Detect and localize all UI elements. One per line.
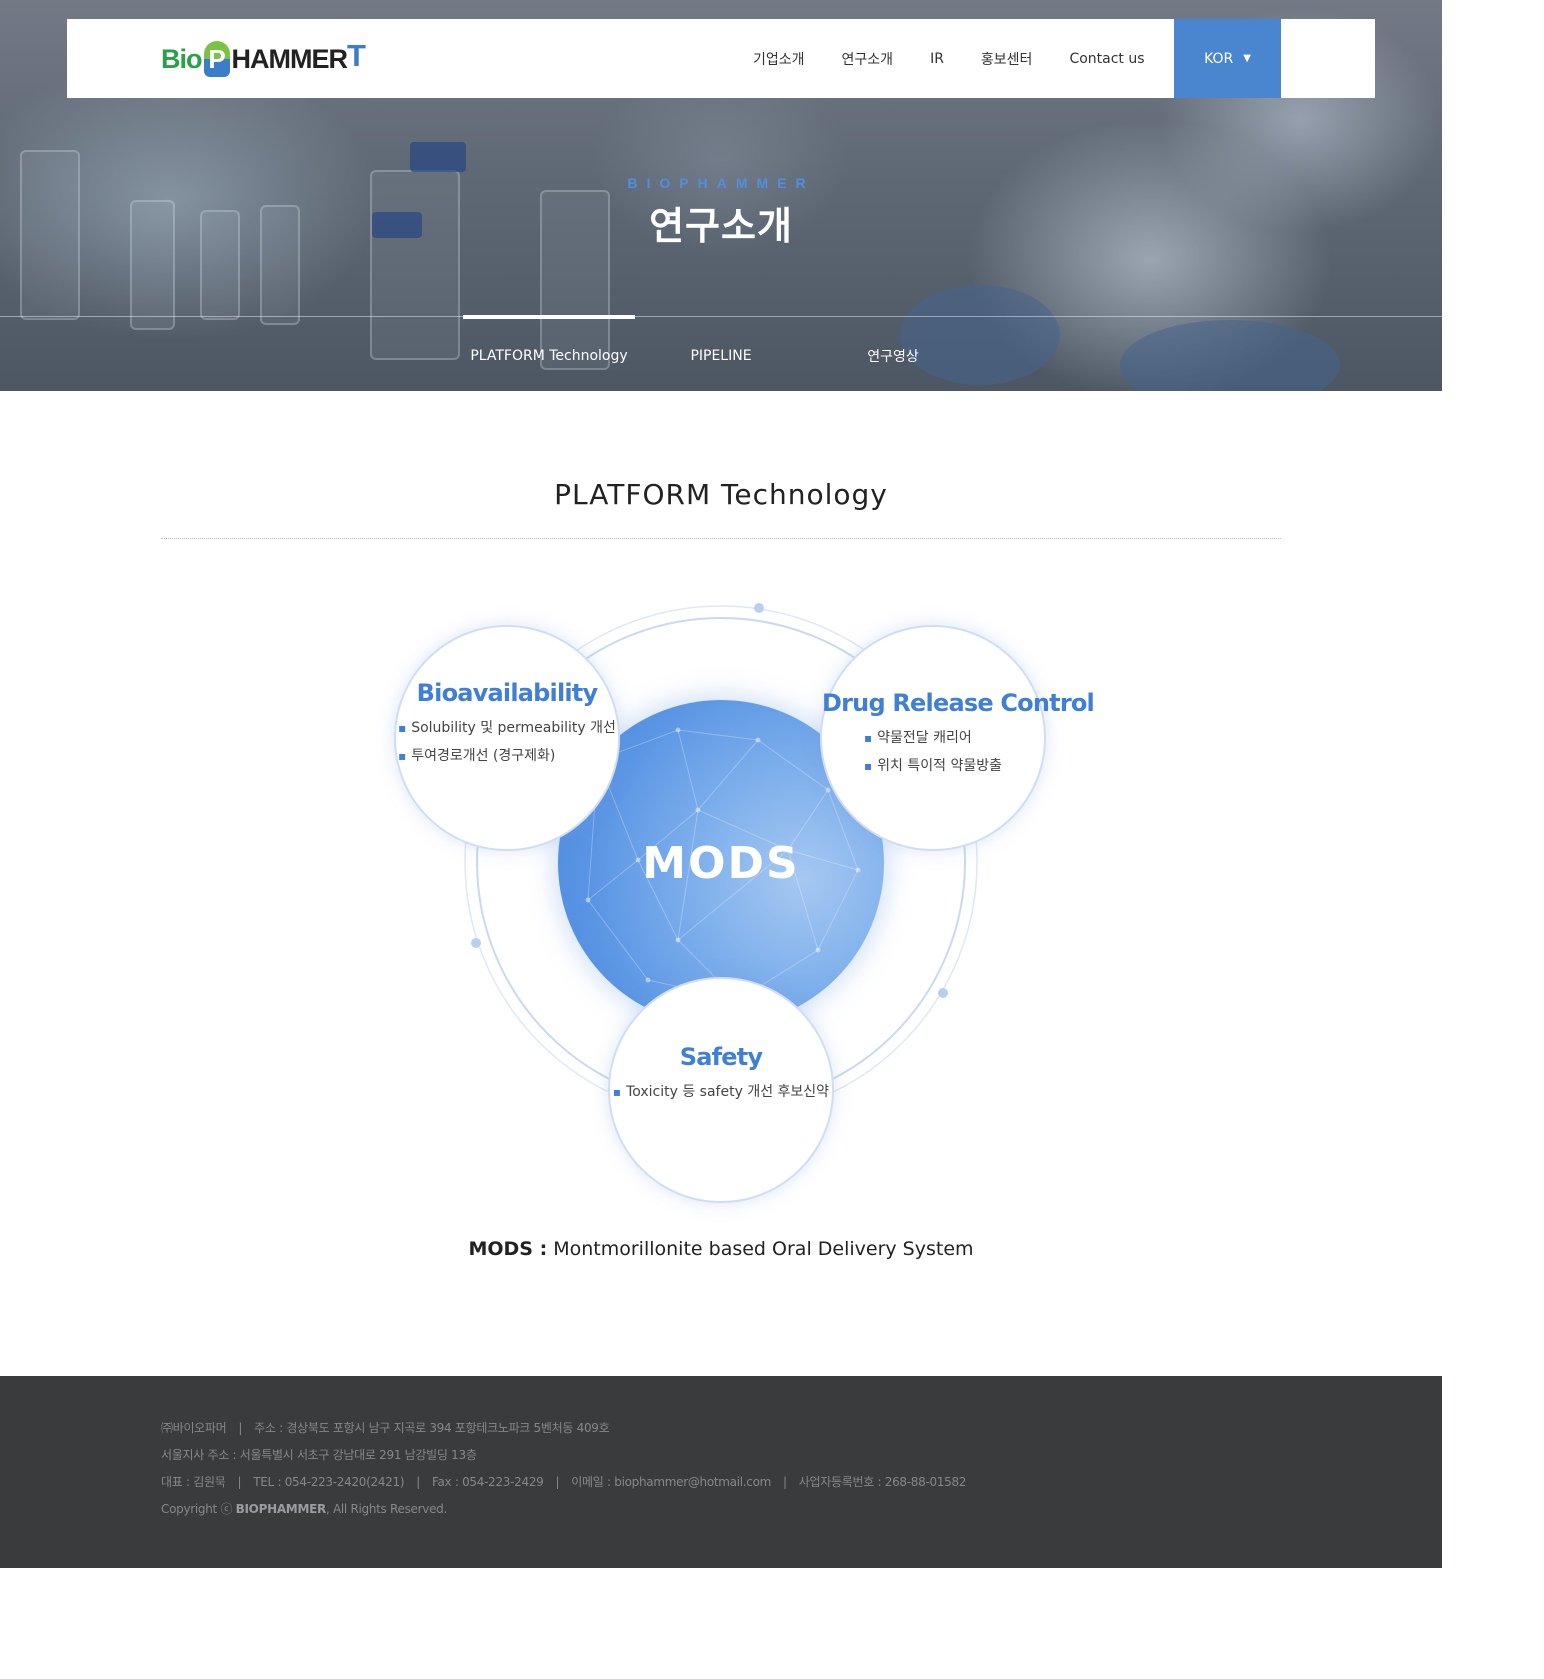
footer-address: 주소 : 경상북도 포항시 남구 지곡로 394 포항테크노파크 5벤처동 40…: [254, 1421, 610, 1435]
hero-banner: Bio P HAMMER T 기업소개 연구소개 IR 홍보센터 Contact…: [0, 0, 1442, 391]
section-divider: [161, 538, 1281, 539]
tab-label: PIPELINE: [690, 347, 752, 364]
list-item: 약물전달 캐리어: [864, 727, 1002, 747]
nav-item-contact[interactable]: Contact us: [1069, 51, 1144, 67]
drug-release-circle: Drug Release Control 약물전달 캐리어 위치 특이적 약물방…: [820, 625, 1095, 851]
tab-research-video[interactable]: 연구영상: [807, 320, 979, 391]
footer-separator: |: [783, 1475, 787, 1489]
bioavailability-list: Solubility 및 permeability 개선 투여경로개선 (경구제…: [398, 717, 616, 773]
footer-separator: |: [238, 1421, 243, 1435]
safety-list: Toxicity 등 safety 개선 후보신약: [613, 1081, 829, 1109]
caption-bold: MODS :: [468, 1238, 548, 1260]
footer-email[interactable]: 이메일 : biophammer@hotmail.com: [571, 1475, 771, 1489]
company-logo[interactable]: Bio P HAMMER T: [161, 38, 366, 79]
ring-dot: [471, 938, 481, 948]
footer-copyright-line: Copyright ⓒ BIOPHAMMER, All Rights Reser…: [161, 1500, 447, 1517]
dropdown-arrow-icon: ▼: [1243, 53, 1251, 64]
drug-release-title: Drug Release Control: [822, 689, 1095, 717]
footer-business-number: 사업자등록번호 : 268-88-01582: [798, 1475, 967, 1489]
tab-platform-technology[interactable]: PLATFORM Technology: [463, 315, 635, 391]
tab-pipeline[interactable]: PIPELINE: [635, 320, 807, 391]
caption-text: Montmorillonite based Oral Delivery Syst…: [547, 1238, 974, 1260]
glove-decoration: [1120, 320, 1340, 391]
footer-separator: |: [416, 1475, 420, 1489]
bottle-cap-decoration: [410, 142, 466, 172]
footer-separator: |: [555, 1475, 560, 1489]
top-header: Bio P HAMMER T 기업소개 연구소개 IR 홍보센터 Contact…: [67, 19, 1375, 98]
nav-item-research[interactable]: 연구소개: [842, 49, 894, 69]
hero-eyebrow: BIOPHAMMER: [627, 175, 815, 191]
footer-branch-line: 서울지사 주소 : 서울특별시 서초구 강남대로 291 남강빌딩 13층: [161, 1446, 477, 1463]
drug-release-list: 약물전달 캐리어 위치 특이적 약물방출: [864, 727, 1002, 783]
bioavailability-title: Bioavailability: [416, 679, 598, 707]
page-title: 연구소개: [649, 204, 793, 248]
logo-hammer-text: HAMMER: [231, 43, 348, 74]
list-item: Toxicity 등 safety 개선 후보신약: [613, 1081, 829, 1101]
ring-dot: [754, 603, 764, 613]
safety-circle: Safety Toxicity 등 safety 개선 후보신약: [608, 977, 834, 1203]
footer-separator: |: [237, 1475, 242, 1489]
logo-t-mark: T: [347, 38, 366, 73]
list-item: 위치 특이적 약물방출: [864, 755, 1002, 775]
mods-diagram: MODS Bioavailability Solubility 및 permea…: [380, 590, 1095, 1220]
main-nav: 기업소개 연구소개 IR 홍보센터 Contact us: [753, 19, 1182, 98]
language-label: KOR: [1204, 50, 1234, 67]
safety-title: Safety: [679, 1043, 763, 1071]
site-footer: ㈜바이오파머 | 주소 : 경상북도 포항시 남구 지곡로 394 포항테크노파크 …: [0, 1376, 1442, 1568]
tab-label: 연구영상: [867, 348, 919, 365]
section-title: PLATFORM Technology: [554, 478, 888, 511]
footer-tel: TEL : 054-223-2420(2421): [253, 1475, 405, 1489]
footer-address-line: ㈜바이오파머 | 주소 : 경상북도 포항시 남구 지곡로 394 포항테크노파크 …: [161, 1419, 610, 1436]
footer-contact-line: 대표 : 김원묵 | TEL : 054-223-2420(2421) | Fax : …: [161, 1473, 966, 1490]
footer-copyright-suffix: , All Rights Reserved.: [325, 1502, 447, 1516]
footer-fax: Fax : 054-223-2429: [431, 1475, 544, 1489]
nav-item-company[interactable]: 기업소개: [753, 49, 805, 69]
tab-divider: [0, 316, 1442, 317]
footer-copyright-prefix: Copyright ⓒ: [161, 1502, 236, 1516]
footer-ceo: 대표 : 김원묵: [161, 1475, 226, 1489]
ring-dot: [938, 988, 948, 998]
tab-label: PLATFORM Technology: [470, 347, 628, 364]
mods-caption: MODS : Montmorillonite based Oral Delive…: [0, 1238, 1442, 1260]
footer-company: ㈜바이오파머: [161, 1421, 227, 1435]
nav-item-ir[interactable]: IR: [930, 51, 944, 67]
footer-copyright-brand: BIOPHAMMER: [235, 1502, 327, 1516]
mods-label: MODS: [642, 837, 800, 889]
bioavailability-circle: Bioavailability Solubility 및 permeabilit…: [394, 625, 620, 851]
logo-p-mark: P: [203, 41, 230, 77]
list-item: Solubility 및 permeability 개선: [398, 717, 616, 737]
logo-bio-text: Bio: [161, 43, 202, 74]
footer-branch: 서울지사 주소 : 서울특별시 서초구 강남대로 291 남강빌딩 13층: [161, 1448, 477, 1462]
list-item: 투여경로개선 (경구제화): [398, 745, 616, 765]
language-selector[interactable]: KOR ▼: [1174, 19, 1281, 98]
nav-item-pr[interactable]: 홍보센터: [981, 49, 1033, 69]
